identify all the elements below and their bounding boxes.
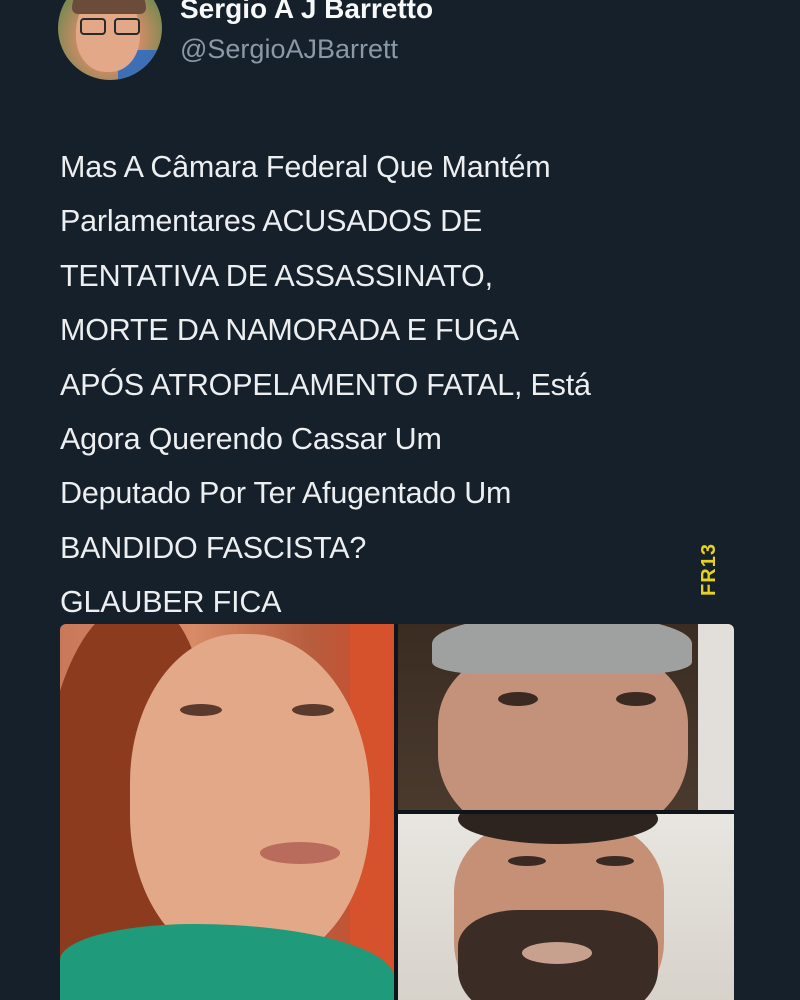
photo-eye: [616, 692, 656, 706]
photo-background: [698, 624, 734, 810]
photo-eye: [180, 704, 222, 716]
tweet-line: GLAUBER FICA: [60, 585, 282, 620]
tweet-text: Mas A Câmara Federal Que Mantém Parlamen…: [60, 140, 760, 630]
photo-eye: [292, 704, 334, 716]
avatar[interactable]: [58, 0, 162, 80]
media-photo-man-top[interactable]: [398, 624, 734, 810]
tweet-screenshot: Sergio A J Barretto @SergioAJBarrett Mas…: [0, 0, 800, 1000]
media-photo-man-bottom[interactable]: [398, 814, 734, 1000]
tweet-media-grid[interactable]: [60, 624, 734, 1000]
glasses-icon: [80, 18, 140, 35]
photo-eye: [498, 692, 538, 706]
tweet-line: MORTE DA NAMORADA E FUGA: [60, 313, 519, 348]
photo-hair: [432, 624, 692, 674]
author-handle[interactable]: @SergioAJBarrett: [180, 32, 433, 66]
tweet-line: BANDIDO FASCISTA?: [60, 530, 367, 565]
photo-mouth: [522, 942, 592, 964]
tweet-line: Mas A Câmara Federal Que Mantém: [60, 150, 551, 184]
watermark-text: FR13: [697, 542, 720, 596]
tweet-line: TENTATIVA DE ASSASSINATO,: [60, 258, 493, 293]
photo-eye: [596, 856, 634, 866]
tweet-header: Sergio A J Barretto @SergioAJBarrett: [58, 0, 433, 86]
tweet-line: Deputado Por Ter Afugentado Um: [60, 476, 512, 511]
media-photo-woman[interactable]: [60, 624, 394, 1000]
avatar-hair: [72, 0, 146, 14]
tweet-line: APÓS ATROPELAMENTO FATAL, Está: [60, 367, 591, 402]
tweet-line: Parlamentares ACUSADOS DE: [60, 204, 483, 239]
photo-eye: [508, 856, 546, 866]
photo-face: [130, 634, 370, 964]
photo-shirt: [60, 924, 394, 1000]
watermark: FR13: [695, 536, 723, 602]
photo-lips: [260, 842, 340, 864]
author-display-name[interactable]: Sergio A J Barretto: [180, 0, 433, 26]
author-info: Sergio A J Barretto @SergioAJBarrett: [180, 0, 433, 66]
tweet-line: Agora Querendo Cassar Um: [60, 422, 442, 457]
